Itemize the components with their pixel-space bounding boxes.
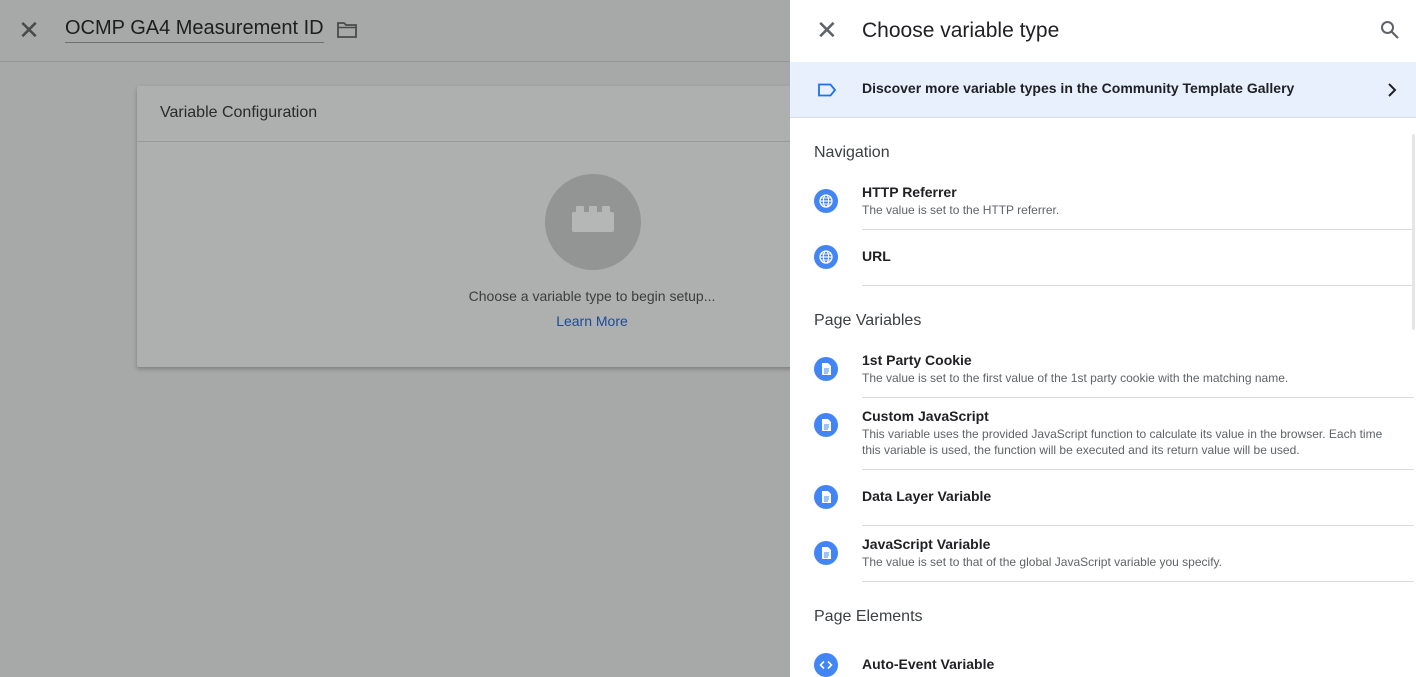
document-icon (814, 413, 838, 437)
document-icon (814, 541, 838, 565)
search-icon[interactable] (1380, 20, 1400, 40)
variable-name-input[interactable]: OCMP GA4 Measurement ID (65, 17, 324, 43)
item-name: Data Layer Variable (862, 488, 992, 504)
item-description: This variable uses the provided JavaScri… (862, 427, 1383, 457)
scrollbar[interactable] (1412, 134, 1415, 330)
variable-type-url[interactable]: URL (790, 230, 1416, 286)
section-page-elements: Page Elements (814, 608, 923, 625)
section-page-variables: Page Variables (814, 312, 922, 329)
variable-configuration-card[interactable]: Variable Configuration Choose a variable… (137, 86, 837, 367)
code-icon (814, 653, 838, 677)
variable-type-data-layer-variable[interactable]: Data Layer Variable (790, 470, 1416, 526)
item-description: The value is set to that of the global J… (862, 555, 1222, 569)
variable-type-auto-event-variable[interactable]: Auto-Event Variable (790, 642, 1416, 677)
variable-type-1st-party-cookie[interactable]: 1st Party Cookie The value is set to the… (790, 346, 1416, 398)
item-name: Custom JavaScript (862, 408, 989, 424)
item-description: The value is set to the first value of t… (862, 371, 1289, 385)
choose-variable-type-panel: ✕ Choose variable type Discover more var… (790, 0, 1416, 677)
item-name: JavaScript Variable (862, 536, 991, 552)
item-name: URL (862, 248, 891, 264)
folder-icon[interactable] (336, 20, 358, 40)
divider (862, 581, 1414, 582)
document-icon (814, 357, 838, 381)
editor-close-icon[interactable]: ✕ (18, 17, 40, 43)
item-name: HTTP Referrer (862, 184, 957, 200)
divider (862, 285, 1414, 286)
document-icon (814, 485, 838, 509)
panel-title: Choose variable type (862, 19, 1060, 42)
panel-header: ✕ Choose variable type (790, 0, 1416, 62)
community-gallery-banner[interactable]: Discover more variable types in the Comm… (790, 62, 1416, 118)
globe-icon (814, 245, 838, 269)
variable-type-http-referrer[interactable]: HTTP Referrer The value is set to the HT… (790, 178, 1416, 230)
globe-icon (814, 189, 838, 213)
editor-header: ✕ OCMP GA4 Measurement ID (0, 0, 790, 62)
item-description: The value is set to the HTTP referrer. (862, 203, 1060, 217)
card-title: Variable Configuration (137, 86, 837, 142)
section-navigation: Navigation (814, 144, 890, 161)
label-icon (818, 83, 836, 97)
item-name: Auto-Event Variable (862, 656, 995, 672)
chevron-right-icon (1388, 83, 1397, 97)
lego-brick-icon (545, 174, 641, 270)
variable-type-javascript-variable[interactable]: JavaScript Variable The value is set to … (790, 526, 1416, 582)
banner-text: Discover more variable types in the Comm… (862, 80, 1295, 96)
item-name: 1st Party Cookie (862, 352, 972, 368)
variable-type-custom-javascript[interactable]: Custom JavaScript This variable uses the… (790, 398, 1416, 470)
panel-close-icon[interactable]: ✕ (816, 17, 838, 43)
